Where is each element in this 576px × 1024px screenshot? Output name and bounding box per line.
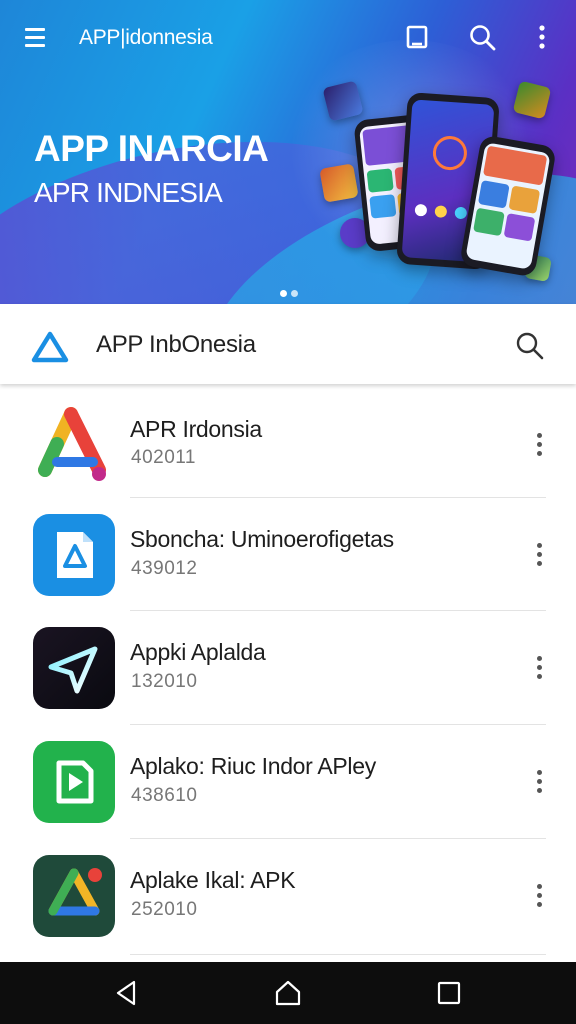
green-play-icon — [33, 741, 115, 823]
bookmark-icon[interactable] — [402, 22, 434, 54]
app-name: Appki Aplalda — [130, 639, 266, 665]
system-nav-bar — [0, 962, 576, 1024]
app-name: Aplako: Riuc Indor APley — [130, 753, 376, 779]
blue-file-triangle-icon — [33, 514, 115, 596]
more-vert-icon[interactable] — [524, 761, 554, 801]
carousel-indicator[interactable] — [280, 284, 302, 297]
more-vert-icon[interactable] — [524, 875, 554, 915]
app-meta: 439012 — [131, 558, 198, 579]
app-meta: 132010 — [131, 671, 198, 692]
search-bar-title: APP InbOnesia — [96, 331, 256, 358]
recents-icon[interactable] — [434, 978, 464, 1008]
app-brand: APP|idonnesia — [79, 26, 213, 49]
floating-app-icon — [319, 163, 359, 203]
search-icon[interactable] — [512, 328, 548, 364]
list-item[interactable]: Aplako: Riuc Indor APley 438610 — [0, 725, 576, 839]
app-name: APR Irdonsia — [130, 416, 262, 442]
app-bar: APP|idonnesia — [0, 0, 576, 76]
app-name: Aplake Ikal: APK — [130, 867, 296, 893]
hero-title: APP INARCIA — [34, 128, 269, 169]
home-icon[interactable] — [273, 978, 303, 1008]
drive-triangle-icon — [33, 855, 115, 937]
hero-subtitle: APR INDNESIA — [34, 177, 223, 208]
divider — [130, 954, 546, 955]
list-item[interactable]: Appki Aplalda 132010 — [0, 611, 576, 725]
back-icon[interactable] — [112, 978, 142, 1008]
search-icon[interactable] — [467, 22, 499, 54]
colorful-a-logo-icon — [33, 404, 115, 486]
more-vert-icon[interactable] — [524, 534, 554, 574]
hero-banner[interactable]: APP|idonnesia APP INARCIA APR INDNESIA — [0, 0, 576, 304]
carousel-dot[interactable] — [291, 290, 298, 297]
app-meta: 252010 — [131, 899, 198, 920]
more-vert-icon[interactable] — [524, 424, 554, 464]
carousel-dot[interactable] — [280, 290, 287, 297]
more-vert-icon[interactable] — [527, 22, 559, 54]
search-bar[interactable]: APP InbOnesia — [0, 304, 576, 384]
list-item[interactable]: Aplake Ikal: APK 252010 — [0, 839, 576, 953]
app-meta: 402011 — [131, 447, 196, 468]
app-meta: 438610 — [131, 785, 198, 806]
list-item[interactable]: APR Irdonsia 402011 — [0, 384, 576, 498]
triangle-logo-icon — [30, 330, 70, 364]
more-vert-icon[interactable] — [524, 647, 554, 687]
paper-plane-icon — [33, 627, 115, 709]
menu-icon[interactable] — [22, 26, 50, 50]
app-name: Sboncha: Uminoerofigetas — [130, 526, 394, 552]
list-item[interactable]: Sboncha: Uminoerofigetas 439012 — [0, 498, 576, 612]
